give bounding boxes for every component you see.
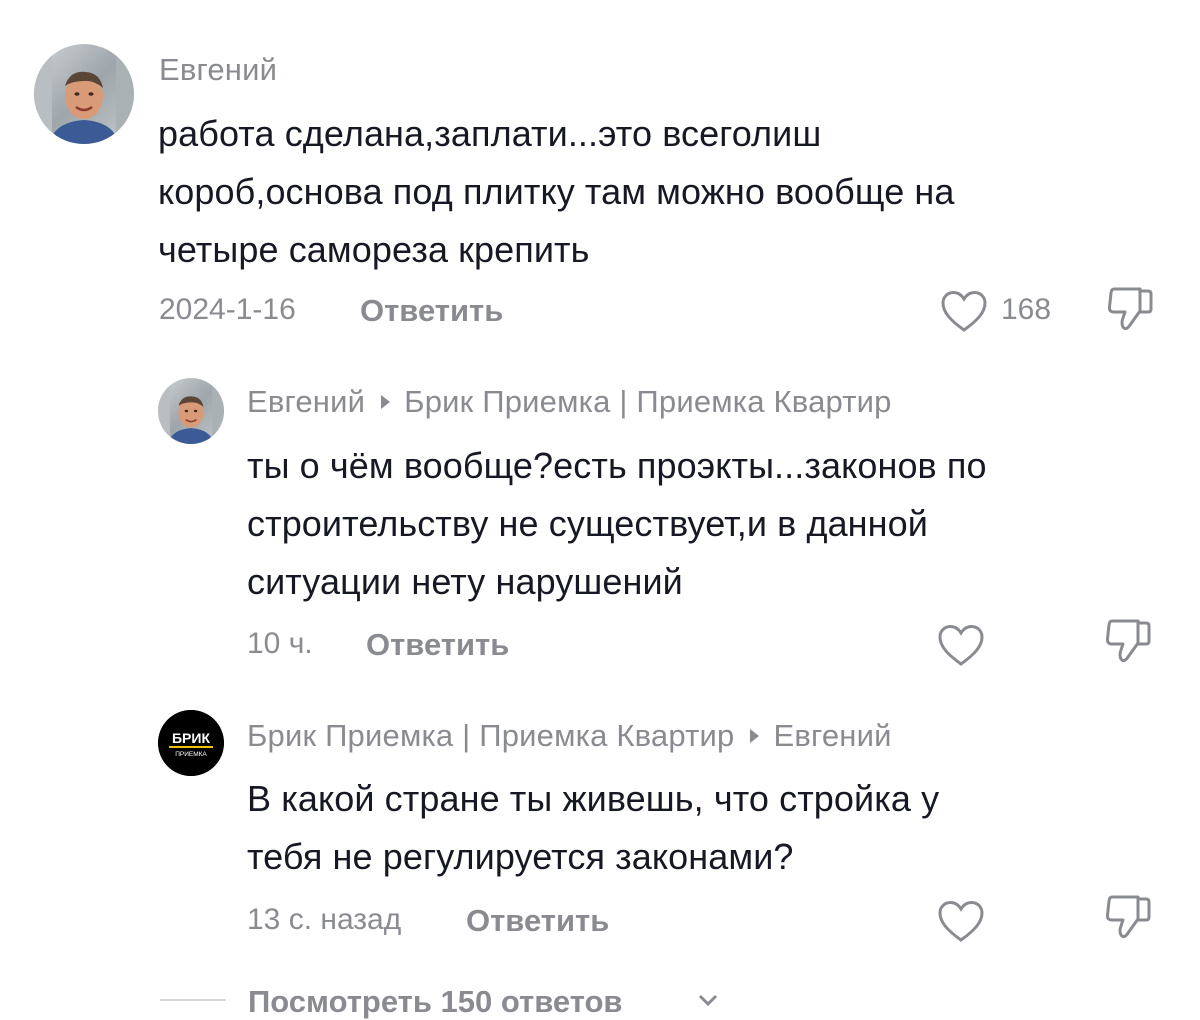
user-avatar[interactable] <box>34 44 134 144</box>
comment-text-line: короб,основа под плитку там можно вообще… <box>158 171 955 212</box>
comment-username[interactable]: Евгений <box>247 384 365 419</box>
replied-to-username[interactable]: Брик Приемка | Приемка Квартир <box>404 384 891 419</box>
comment-username[interactable]: Брик Приемка | Приемка Квартир <box>247 718 734 753</box>
brick-logo-icon: БРИК ПРИЕМКА <box>158 710 224 776</box>
comment-timestamp: 13 с. назад <box>247 903 402 936</box>
dislike-button[interactable] <box>1106 285 1154 335</box>
heart-icon <box>938 624 984 666</box>
comment-text-line: работа сделана,заплати...это всеголиш <box>158 113 822 154</box>
reply-arrow-icon <box>381 395 391 410</box>
chevron-down-icon <box>698 994 718 1006</box>
replied-to-username[interactable]: Евгений <box>773 718 891 753</box>
reply-usernames: Евгений Брик Приемка | Приемка Квартир <box>247 384 892 420</box>
logo-text-bottom: ПРИЕМКА <box>175 751 207 758</box>
comment-text-line: строительству не существует,и в данной <box>247 503 928 544</box>
brand-avatar[interactable]: БРИК ПРИЕМКА <box>158 710 224 776</box>
reply-arrow-icon <box>750 729 760 744</box>
view-replies-label: Посмотреть 150 ответов <box>248 984 623 1019</box>
like-button[interactable] <box>937 900 985 944</box>
reply-usernames: Брик Приемка | Приемка Квартир Евгений <box>247 718 892 754</box>
comment-text-line: четыре самореза крепить <box>158 229 590 270</box>
dislike-button[interactable] <box>1104 617 1152 667</box>
comment-username[interactable]: Евгений <box>159 52 277 88</box>
comment-timestamp: 2024-1-16 <box>159 293 296 326</box>
heart-icon <box>941 290 987 332</box>
user-photo-icon <box>158 378 224 444</box>
comment-text-line: тебя не регулируется законами? <box>247 836 794 877</box>
thumbs-down-icon <box>1105 619 1151 663</box>
view-replies-button[interactable]: Посмотреть 150 ответов <box>160 980 760 1020</box>
logo-text-top: БРИК <box>172 730 210 746</box>
comment-text-line: ты о чём вообще?есть проэкты...законов п… <box>247 445 987 486</box>
heart-icon <box>938 900 984 942</box>
comment-text: работа сделана,заплати...это всеголиш ко… <box>158 105 955 279</box>
comment-text-line: ситуации нету нарушений <box>247 561 683 602</box>
comment-text: ты о чём вообще?есть проэкты...законов п… <box>247 437 987 611</box>
like-button[interactable] <box>937 624 985 668</box>
reply-button[interactable]: Ответить <box>466 903 609 939</box>
reply-button[interactable]: Ответить <box>366 627 509 663</box>
user-photo-icon <box>34 44 134 144</box>
comment-text-line: В какой стране ты живешь, что стройка у <box>247 778 940 819</box>
comment-timestamp: 10 ч. <box>247 627 313 660</box>
divider-line <box>160 999 226 1001</box>
like-count: 168 <box>1001 293 1052 326</box>
thumbs-down-icon <box>1105 895 1151 939</box>
thumbs-down-icon <box>1107 287 1153 331</box>
like-button[interactable] <box>940 290 988 334</box>
user-avatar[interactable] <box>158 378 224 444</box>
dislike-button[interactable] <box>1104 893 1152 943</box>
comment-text: В какой стране ты живешь, что стройка у … <box>247 770 939 886</box>
reply-button[interactable]: Ответить <box>360 293 503 329</box>
